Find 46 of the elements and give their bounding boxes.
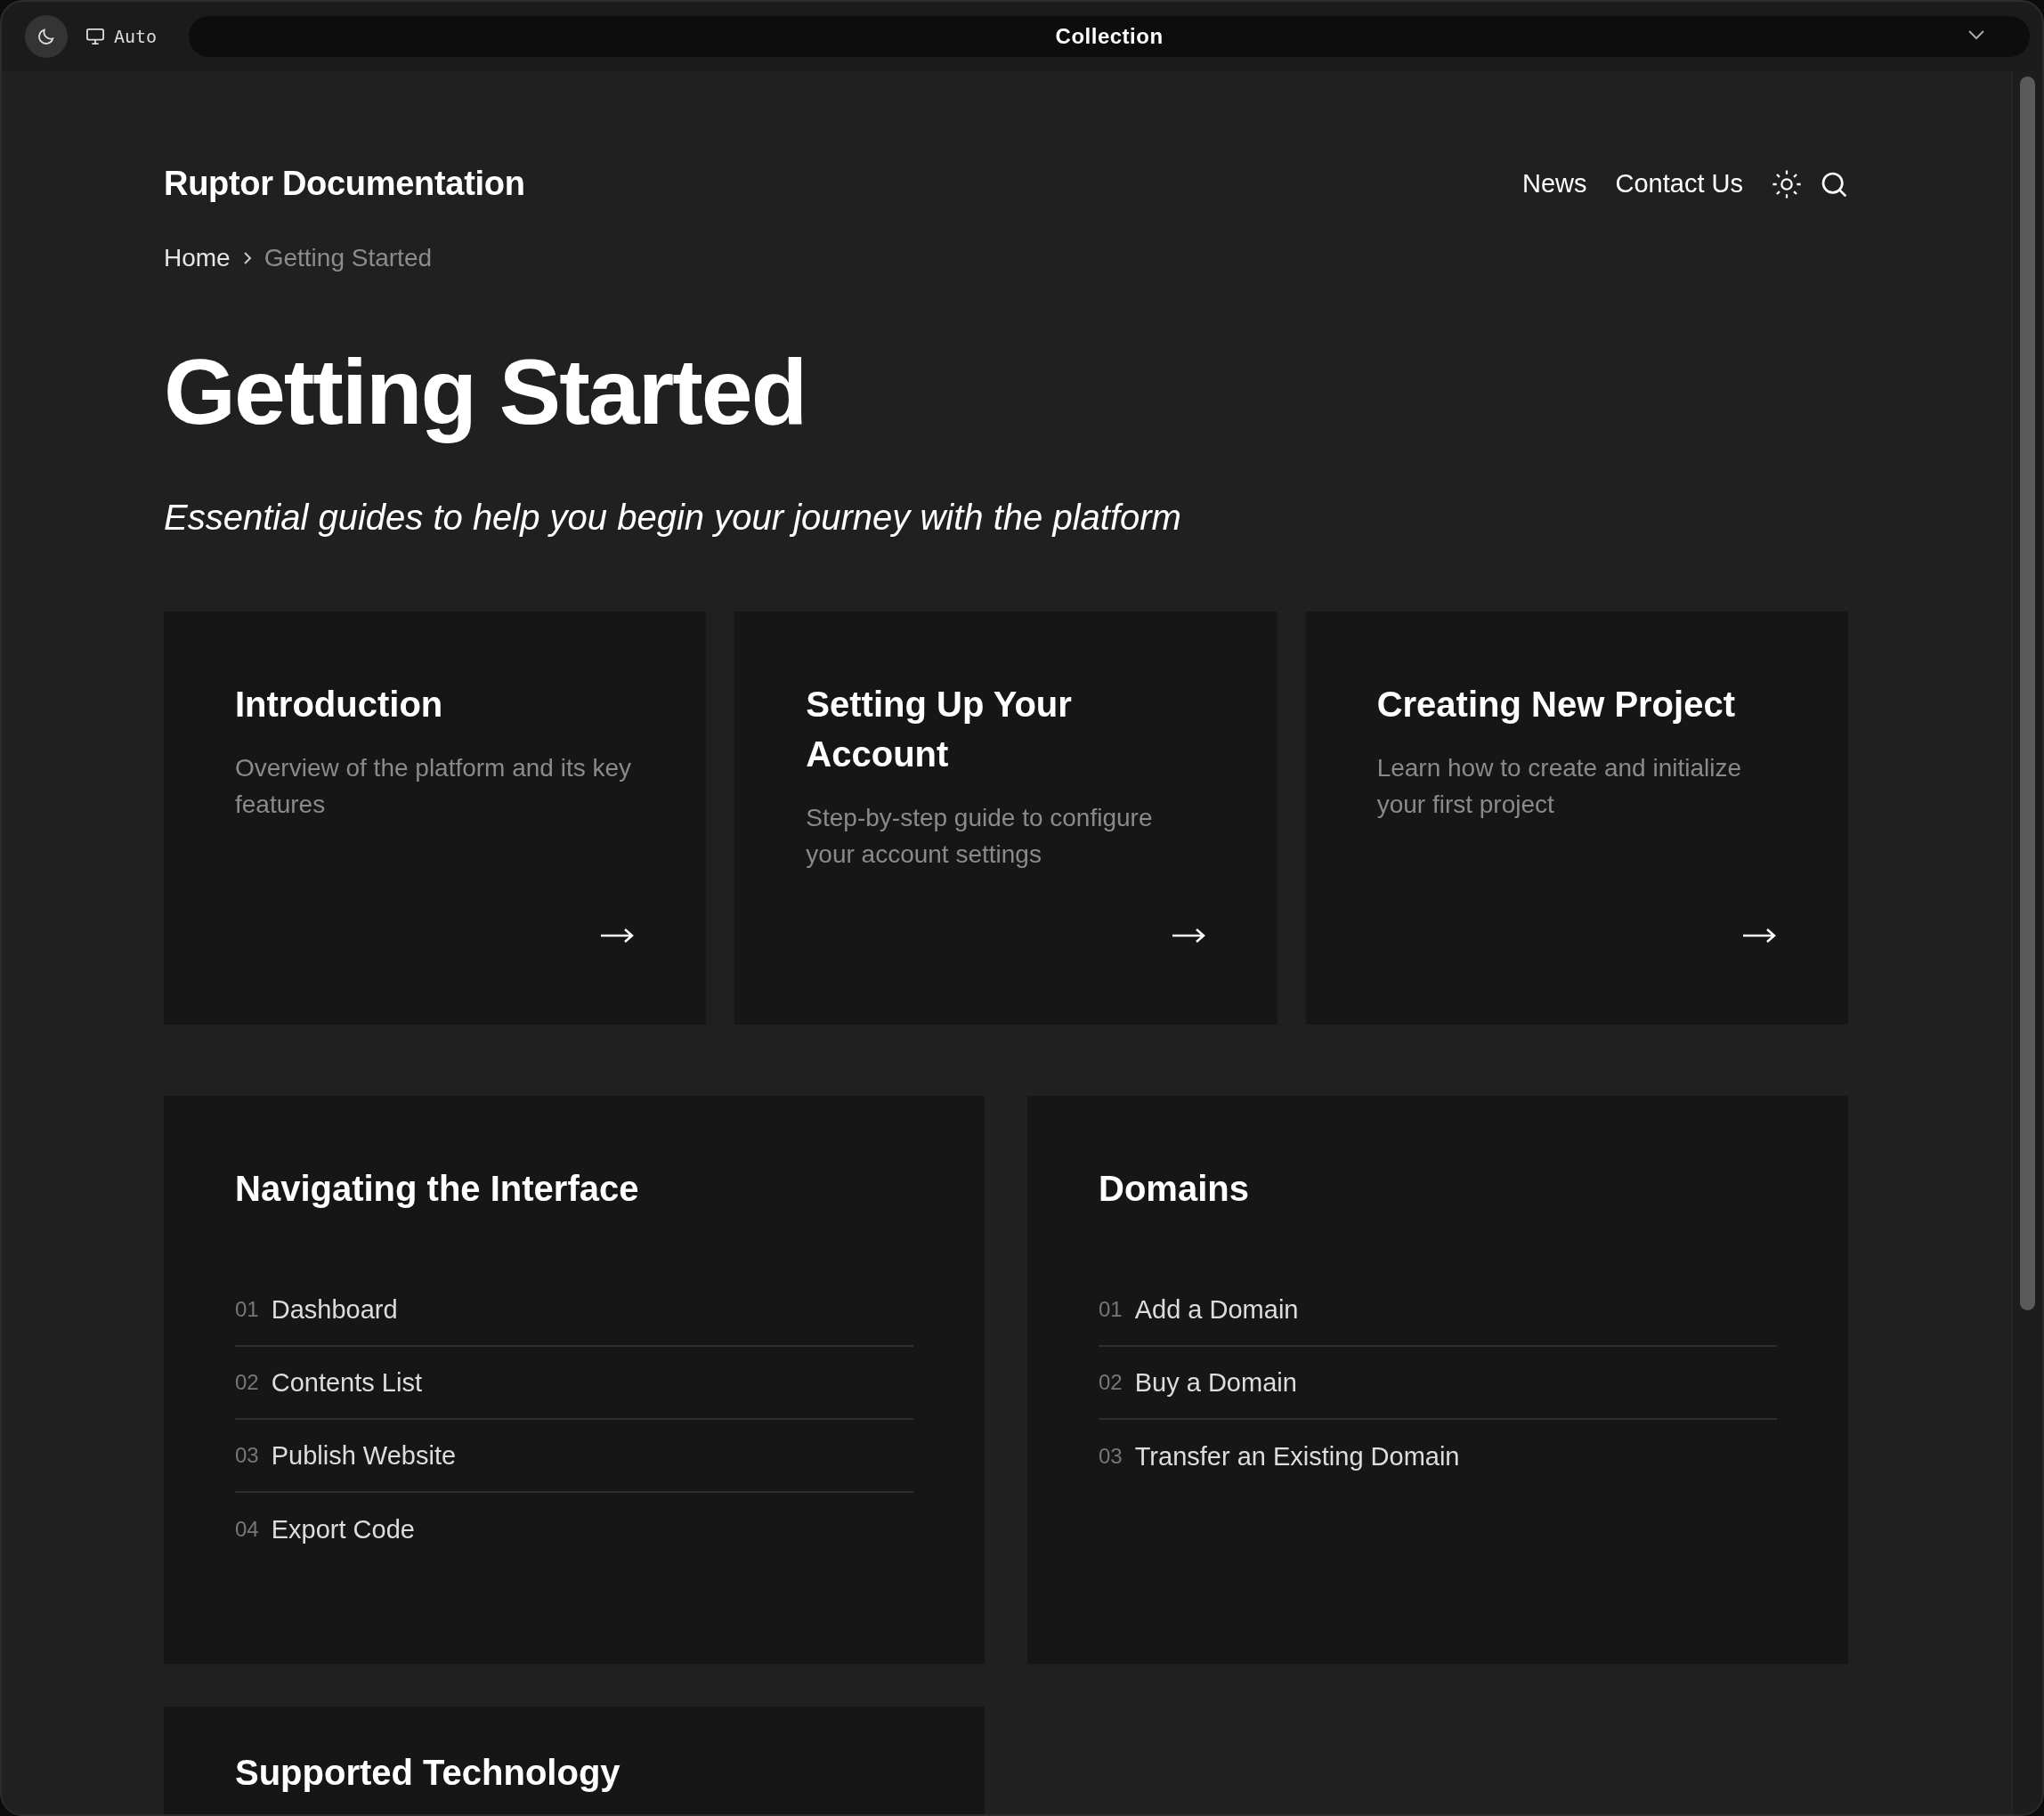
nav-link[interactable]: Contact Us: [1615, 164, 1743, 204]
scrollbar-thumb[interactable]: [2020, 77, 2035, 1310]
section-title: Domains: [1099, 1168, 1250, 1211]
section-title: Navigating the Interface: [235, 1168, 640, 1211]
section-link[interactable]: Publish Website: [271, 1436, 457, 1476]
card-title: Setting Up Your Account: [806, 684, 1073, 776]
chevron-right-icon: [242, 251, 252, 265]
auto-mode-button[interactable]: Auto: [80, 23, 163, 50]
site-logo[interactable]: Ruptor Documentation: [164, 158, 525, 209]
card-title: Creating New Project: [1376, 684, 1736, 726]
item-number: 03: [235, 1442, 259, 1470]
card-description: Overview of the platform and its key features: [235, 753, 633, 820]
section-link[interactable]: Transfer an Existing Domain: [1134, 1437, 1460, 1477]
section-link[interactable]: Buy a Domain: [1134, 1363, 1297, 1403]
breadcrumb-link[interactable]: Home: [164, 239, 231, 277]
breadcrumb-current: Getting Started: [264, 243, 433, 273]
item-number: 02: [1099, 1369, 1123, 1397]
arrow-right-icon: [1170, 927, 1206, 945]
collection-dropdown[interactable]: Collection: [189, 16, 2030, 57]
item-number: 04: [235, 1516, 259, 1544]
arrow-right-icon: [599, 927, 636, 945]
guide-card[interactable]: Setting Up Your Account Step-by-step guide to configure your account settings: [734, 612, 1278, 1026]
moon-icon: [36, 27, 56, 46]
card-title: Introduction: [235, 684, 444, 726]
section-link[interactable]: Export Code: [271, 1510, 415, 1550]
item-number: 03: [1099, 1443, 1123, 1471]
guide-card[interactable]: Introduction Overview of the platform and its key features: [164, 612, 707, 1026]
card-description: Step-by-step guide to configure your account settings: [806, 803, 1154, 870]
item-number: 01: [235, 1296, 259, 1324]
item-number: 01: [1099, 1296, 1123, 1324]
guide-card[interactable]: Creating New Project Learn how to create and initialize your first project: [1305, 612, 1848, 1026]
section-link[interactable]: Add a Domain: [1134, 1290, 1299, 1330]
section-link[interactable]: Contents List: [271, 1363, 422, 1403]
card-description: Learn how to create and initialize your first project: [1376, 753, 1743, 820]
nav-link[interactable]: News: [1522, 164, 1587, 204]
section-link[interactable]: Dashboard: [271, 1290, 398, 1330]
chevron-down-icon: [1967, 28, 1985, 41]
scrollbar[interactable]: [2012, 71, 2042, 1814]
theme-toggle-button[interactable]: [25, 15, 68, 58]
section-title: Supported Technology: [235, 1752, 621, 1795]
monitor-icon: [85, 28, 105, 45]
page-title: Getting Started: [164, 341, 807, 443]
arrow-right-icon: [1741, 927, 1777, 945]
sun-icon[interactable]: [1772, 168, 1802, 199]
page-subtitle: Essential guides to help you begin your journey with the platform: [164, 497, 1182, 539]
item-number: 02: [235, 1369, 259, 1397]
